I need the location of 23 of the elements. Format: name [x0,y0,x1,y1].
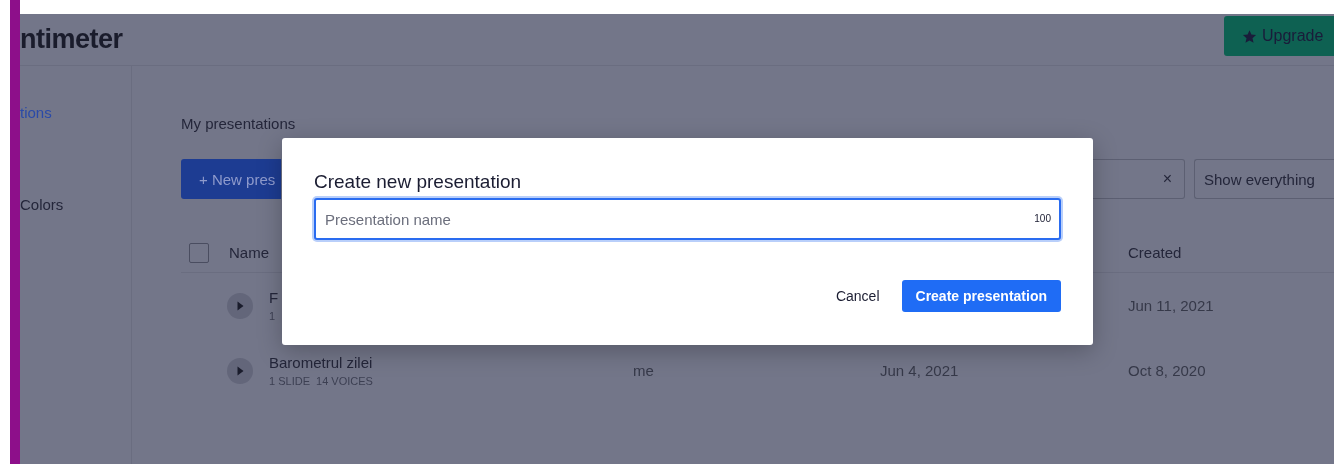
column-header[interactable]: Created [1128,244,1334,261]
play-icon[interactable] [227,292,253,319]
star-icon [1242,28,1257,44]
sidebar-item[interactable]: tions [20,104,131,122]
upgrade-button[interactable]: Upgrade [1224,16,1334,56]
presentation-title[interactable]: F [269,289,279,306]
play-icon[interactable] [227,357,253,384]
sidebar-item[interactable]: Colors [20,196,131,214]
dialog-title: Create new presentation [314,170,522,194]
checkbox[interactable] [189,242,209,263]
created-cell-text: Jun 11, 2021 [1128,297,1215,314]
presentation-title[interactable]: Barometrul zilei [269,354,373,371]
modified-cell-text: Jun 4, 2021 [880,362,960,379]
create-button[interactable]: Create presentation [901,280,1061,312]
filter-dropdown[interactable]: Show everything [1194,159,1334,199]
owner-cell-text: me [633,362,655,379]
character-counter: 100 [1034,213,1051,224]
cancel-button[interactable]: Cancel [835,280,880,312]
new-presentation-button[interactable]: + New pres [181,159,281,199]
logo: ntimeter [20,24,123,55]
clear-button[interactable]: × [1162,170,1172,188]
page-title: My presentations [181,115,297,134]
created-cell-text: Oct 8, 2020 [1128,362,1207,379]
